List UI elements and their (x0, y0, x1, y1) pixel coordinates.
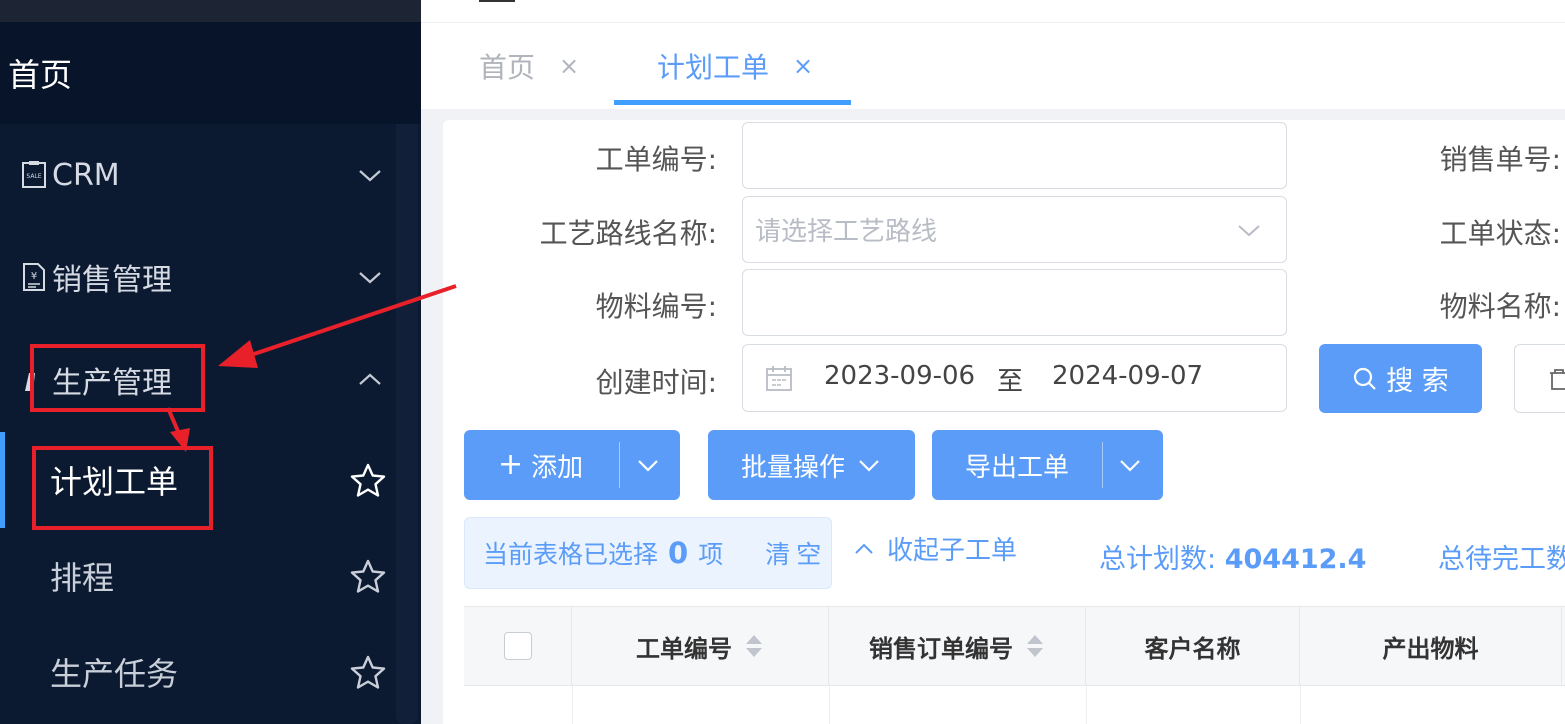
chevron-down-icon (859, 460, 879, 472)
sidebar-top-strip (0, 0, 421, 22)
svg-text:¥: ¥ (31, 271, 37, 282)
table-header: 工单编号 销售订单编号 客户名称 产出物料 (464, 606, 1565, 686)
tab-home[interactable]: 首页 × (479, 23, 579, 109)
search-icon (1354, 367, 1376, 390)
sidebar-group-label: 销售管理 (52, 263, 172, 298)
date-start[interactable]: 2023-09-06 (824, 361, 975, 391)
chevron-down-icon (1238, 225, 1260, 237)
total-plan-label: 总计划数: (1099, 544, 1217, 575)
export-work-order-button[interactable]: 导出工单 (932, 430, 1163, 500)
material-name-label: 物料名称: (1439, 290, 1561, 323)
collapse-link-label: 收起子工单 (887, 536, 1018, 566)
total-plan-value: 404412.4 (1224, 544, 1367, 575)
star-icon[interactable] (349, 558, 387, 596)
main-area: 首页 × 计划工单 × 工单编号: 销售单号: 工艺路线名称: 请选择工艺路线 … (421, 0, 1565, 724)
route-name-placeholder: 请选择工艺路线 (755, 217, 938, 247)
chevron-down-icon[interactable] (1117, 452, 1143, 478)
material-no-input[interactable] (742, 269, 1287, 336)
sidebar-home-label: 首页 (8, 56, 73, 94)
selection-count: 0 (668, 536, 689, 570)
total-pending-stat: 总待完工数 (1438, 537, 1565, 576)
reset-button[interactable] (1514, 344, 1565, 413)
sort-icon[interactable] (744, 631, 764, 661)
sidebar-scrollbar[interactable] (396, 26, 418, 724)
star-icon[interactable] (349, 654, 387, 692)
sidebar-group-label: CRM (52, 157, 120, 193)
route-name-select[interactable]: 请选择工艺路线 (742, 196, 1287, 263)
table-row (464, 684, 1565, 724)
sales-no-label: 销售单号: (1439, 143, 1561, 176)
sidebar-item-production-task[interactable]: 生产任务 (0, 624, 396, 720)
tab-label: 首页 (479, 51, 536, 84)
add-button-label: 添加 (531, 452, 584, 483)
chevron-up-icon (855, 543, 873, 554)
material-no-label: 物料编号: (595, 290, 717, 323)
close-icon[interactable]: × (559, 52, 579, 80)
sidebar-item-home[interactable]: 首页 (0, 22, 421, 124)
select-all-cell (464, 607, 572, 685)
svg-text:SALE: SALE (26, 173, 41, 180)
column-header-output-material: 产出物料 (1300, 607, 1562, 685)
annotation-box-plan-work-order (32, 446, 213, 530)
column-header-label: 客户名称 (1144, 634, 1241, 663)
sidebar-item-label: 生产任务 (50, 655, 179, 693)
search-button[interactable]: 搜 索 (1319, 344, 1482, 413)
button-separator (1102, 442, 1103, 488)
search-button-label: 搜 索 (1386, 366, 1449, 397)
add-button[interactable]: + 添加 (464, 430, 680, 500)
header-mark (479, 0, 515, 2)
select-all-checkbox[interactable] (503, 632, 532, 660)
work-order-no-input[interactable] (742, 122, 1287, 189)
sidebar-item-label: 排程 (50, 559, 115, 597)
column-header-sales-order-no[interactable]: 销售订单编号 (829, 607, 1086, 685)
star-icon[interactable] (349, 462, 387, 500)
collapse-sub-orders-link[interactable]: 收起子工单 (853, 530, 1017, 567)
chevron-down-icon[interactable] (635, 452, 661, 478)
plus-icon: + (498, 447, 524, 482)
created-time-range[interactable]: 2023-09-06 至 2024-09-07 (742, 344, 1287, 412)
close-icon[interactable]: × (793, 52, 813, 80)
total-plan-stat: 总计划数: 404412.4 (1099, 537, 1366, 576)
selection-info: 当前表格已选择 0 项 清空 (464, 517, 832, 589)
status-label: 工单状态: (1439, 217, 1561, 250)
tab-bar: 首页 × 计划工单 × (421, 23, 1565, 109)
sales-doc-icon: ¥ (20, 263, 48, 291)
batch-button-label: 批量操作 (741, 452, 846, 483)
column-header-label: 产出物料 (1382, 634, 1479, 663)
selection-prefix: 当前表格已选择 (483, 540, 659, 569)
tab-label: 计划工单 (657, 51, 770, 84)
chevron-down-icon (359, 170, 381, 182)
button-separator (619, 442, 620, 488)
sale-tag-icon: SALE (20, 161, 48, 189)
batch-operations-button[interactable]: 批量操作 (708, 430, 915, 500)
created-time-label: 创建时间: (595, 366, 717, 399)
chevron-up-icon (359, 373, 381, 385)
column-header-label: 工单编号 (636, 634, 732, 663)
total-pending-label: 总待完工数 (1438, 544, 1565, 575)
sort-icon[interactable] (1025, 631, 1045, 661)
trash-icon (1550, 369, 1565, 390)
column-header-work-order-no[interactable]: 工单编号 (572, 607, 829, 685)
annotation-box-production (30, 344, 205, 412)
sidebar-group-sales[interactable]: ¥ 销售管理 (0, 237, 396, 317)
work-order-no-label: 工单编号: (595, 143, 717, 176)
column-header-label: 销售订单编号 (869, 634, 1013, 663)
selection-suffix: 项 (698, 540, 724, 569)
route-name-label: 工艺路线名称: (539, 217, 717, 250)
export-button-label: 导出工单 (965, 452, 1070, 483)
tab-plan-work-order[interactable]: 计划工单 × (657, 23, 813, 109)
date-end[interactable]: 2024-09-07 (1052, 361, 1203, 391)
sidebar-item-schedule[interactable]: 排程 (0, 528, 396, 624)
column-header-customer-name: 客户名称 (1086, 607, 1300, 685)
date-separator: 至 (997, 367, 1024, 397)
chevron-down-icon (359, 272, 381, 284)
calendar-icon (766, 366, 792, 391)
clear-selection-link[interactable]: 清空 (765, 535, 827, 571)
active-tab-underline (614, 100, 851, 105)
sidebar-group-crm[interactable]: SALE CRM (0, 135, 396, 215)
